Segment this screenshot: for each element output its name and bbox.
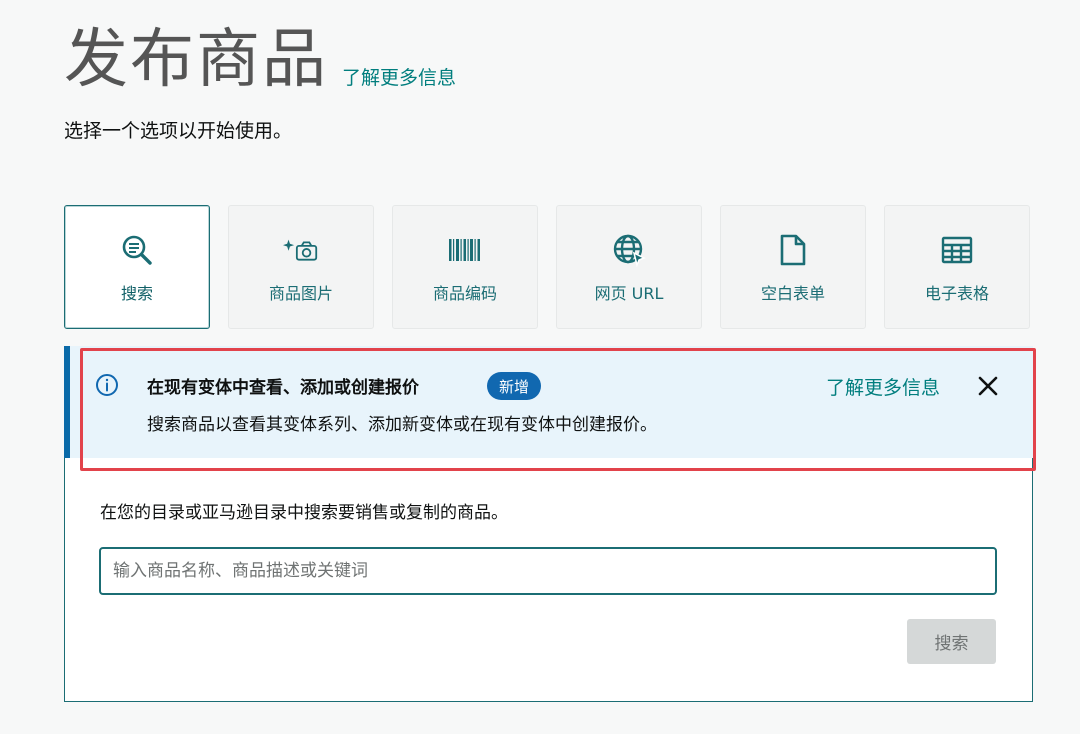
option-blank-form[interactable]: 空白表单 <box>720 205 866 329</box>
banner-accent-bar <box>64 346 70 458</box>
info-banner <box>70 346 1033 458</box>
option-label: 网页 URL <box>594 284 664 303</box>
banner-title: 在现有变体中查看、添加或创建报价 <box>147 378 419 398</box>
camera-sparkle-icon <box>283 232 319 268</box>
page-title: 发布商品 <box>64 23 328 97</box>
banner-text: 搜索商品以查看其变体系列、添加新变体或在现有变体中创建报价。 <box>147 415 657 435</box>
info-icon <box>95 373 119 397</box>
option-product-image[interactable]: 商品图片 <box>228 205 374 329</box>
barcode-icon <box>447 232 483 268</box>
option-product-code[interactable]: 商品编码 <box>392 205 538 329</box>
globe-icon <box>611 232 647 268</box>
option-spreadsheet[interactable]: 电子表格 <box>884 205 1030 329</box>
spreadsheet-icon <box>939 232 975 268</box>
option-cards: 搜索 商品图片 商品编码 网页 URL 空白表单 电子表格 <box>64 205 1030 329</box>
option-label: 空白表单 <box>760 284 825 303</box>
option-label: 商品编码 <box>432 284 497 303</box>
option-label: 电子表格 <box>924 284 989 303</box>
learn-more-link[interactable]: 了解更多信息 <box>342 63 456 90</box>
option-web-url[interactable]: 网页 URL <box>556 205 702 329</box>
search-input[interactable] <box>99 547 997 595</box>
new-badge: 新增 <box>487 372 542 400</box>
option-search[interactable]: 搜索 <box>64 205 210 329</box>
search-button[interactable]: 搜索 <box>907 619 996 664</box>
banner-learn-more-link[interactable]: 了解更多信息 <box>826 373 940 400</box>
close-icon[interactable] <box>975 373 1001 399</box>
search-description: 在您的目录或亚马逊目录中搜索要销售或复制的商品。 <box>100 503 508 523</box>
document-icon <box>775 232 811 268</box>
option-label: 搜索 <box>120 284 153 303</box>
option-label: 商品图片 <box>268 284 333 303</box>
page: 发布商品 了解更多信息 选择一个选项以开始使用。 搜索 商品图片 商品编码 网页… <box>0 0 1080 734</box>
search-icon <box>119 232 155 268</box>
page-subtitle: 选择一个选项以开始使用。 <box>64 120 293 142</box>
title-row: 发布商品 了解更多信息 <box>64 24 456 96</box>
